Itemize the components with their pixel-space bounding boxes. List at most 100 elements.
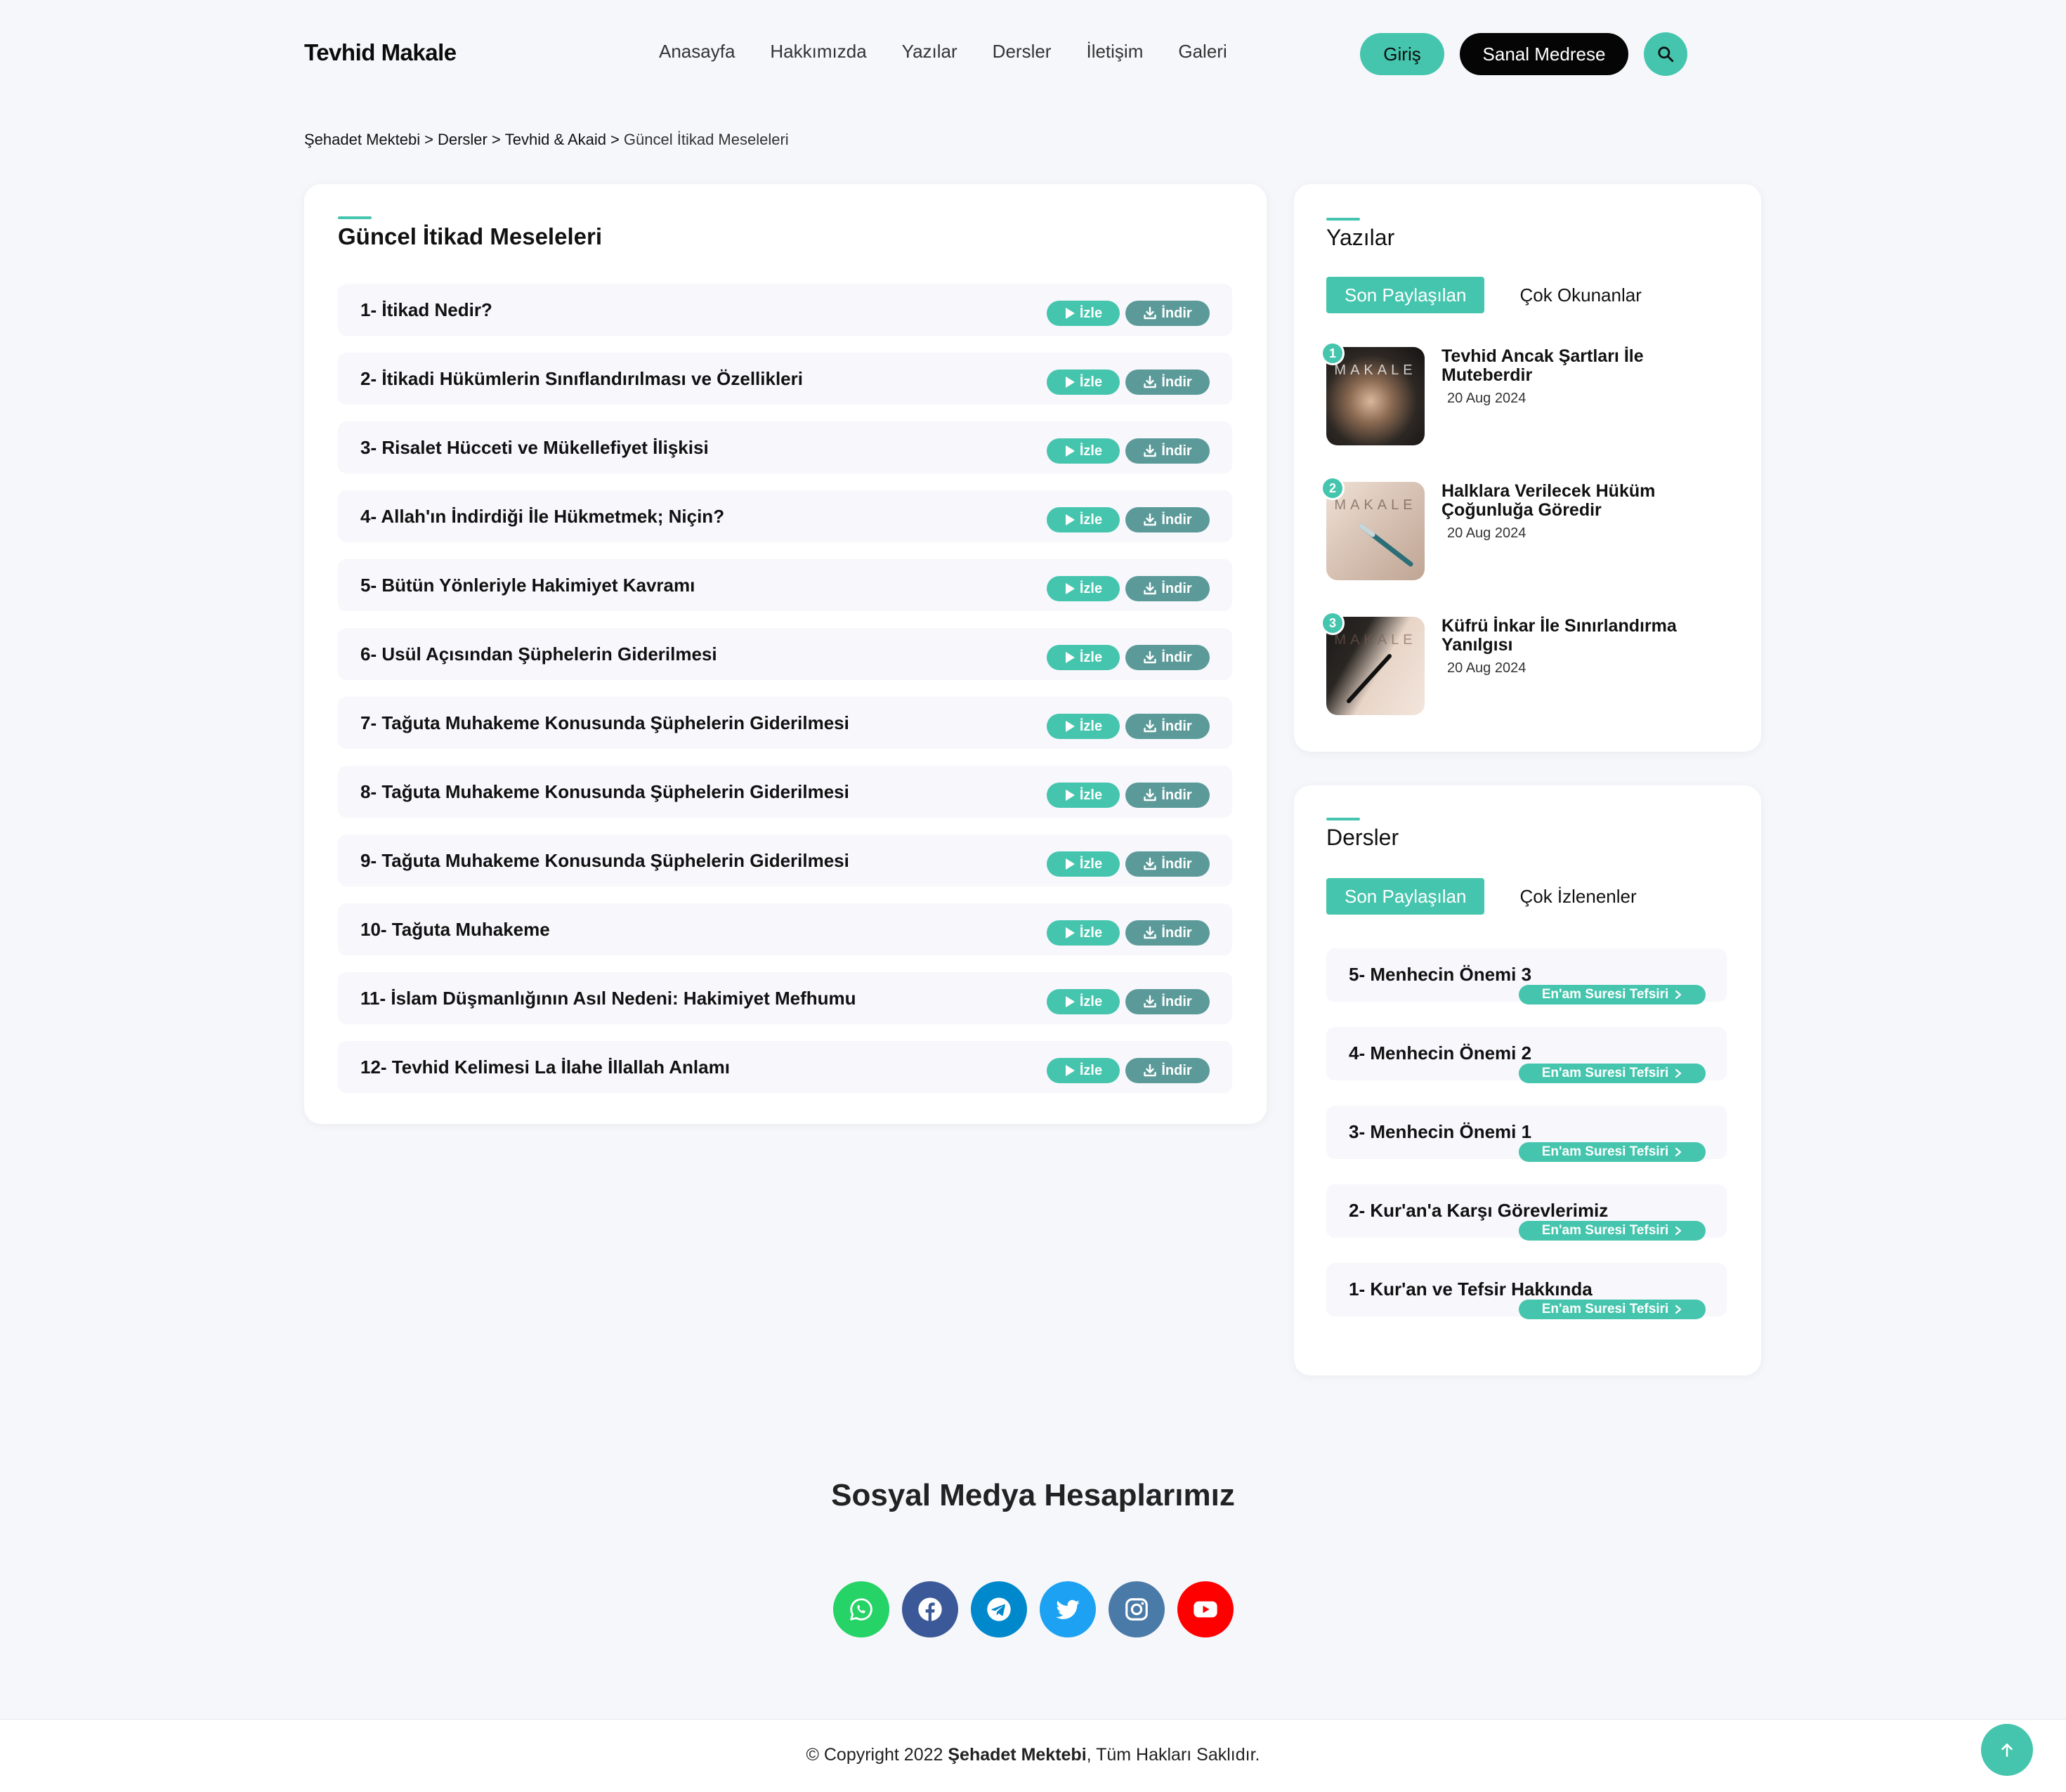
watch-button[interactable]: İzle	[1047, 438, 1120, 464]
download-label: İndir	[1161, 374, 1192, 390]
download-button[interactable]: İndir	[1125, 783, 1210, 808]
ders-title[interactable]: 4- Menhecin Önemi 2	[1349, 1042, 1531, 1064]
lesson-title[interactable]: 11- İslam Düşmanlığının Asıl Nedeni: Hak…	[360, 988, 856, 1009]
download-button[interactable]: İndir	[1125, 851, 1210, 877]
title-accent-line	[338, 216, 372, 219]
login-button[interactable]: Giriş	[1360, 33, 1444, 75]
telegram-button[interactable]	[971, 1581, 1027, 1637]
nav-item-yazilar[interactable]: Yazılar	[902, 41, 957, 63]
download-label: İndir	[1161, 305, 1192, 321]
tab-cok-izlenenler[interactable]: Çok İzlenenler	[1519, 886, 1636, 908]
download-button[interactable]: İndir	[1125, 438, 1210, 464]
whatsapp-button[interactable]	[833, 1581, 889, 1637]
download-button[interactable]: İndir	[1125, 576, 1210, 601]
ders-category-tag[interactable]: En'am Suresi Tefsiri	[1519, 1064, 1706, 1083]
watch-button[interactable]: İzle	[1047, 851, 1120, 877]
lesson-row: 1- İtikad Nedir? İzle İndir	[338, 284, 1232, 336]
lesson-title[interactable]: 1- İtikad Nedir?	[360, 299, 492, 321]
twitter-button[interactable]	[1040, 1581, 1096, 1637]
ders-category-tag[interactable]: En'am Suresi Tefsiri	[1519, 985, 1706, 1005]
tab-son-paylasilan[interactable]: Son Paylaşılan	[1326, 277, 1485, 313]
lesson-row: 6- Usül Açısından Şüphelerin Giderilmesi…	[338, 628, 1232, 680]
watch-button[interactable]: İzle	[1047, 920, 1120, 946]
ders-item: 1- Kur'an ve Tefsir Hakkında En'am Suresi…	[1326, 1263, 1727, 1319]
facebook-button[interactable]	[902, 1581, 958, 1637]
post-title[interactable]: Tevhid Ancak Şartları İle Muteberdir	[1441, 347, 1730, 385]
lesson-title[interactable]: 7- Tağuta Muhakeme Konusunda Şüphelerin …	[360, 712, 849, 734]
watch-button[interactable]: İzle	[1047, 507, 1120, 532]
post-item[interactable]: MAKALE 3 Küfrü İnkar İle Sınırlandırma Y…	[1321, 611, 1734, 715]
download-button[interactable]: İndir	[1125, 645, 1210, 670]
download-button[interactable]: İndir	[1125, 989, 1210, 1014]
ders-title[interactable]: 1- Kur'an ve Tefsir Hakkında	[1349, 1278, 1593, 1300]
post-item[interactable]: MAKALE 1 Tevhid Ancak Şartları İle Muteb…	[1321, 341, 1734, 445]
chevron-right-icon	[1675, 1068, 1682, 1078]
ders-title[interactable]: 3- Menhecin Önemi 1	[1349, 1121, 1531, 1143]
thumbnail-brand-text: MAKALE	[1334, 497, 1417, 513]
lesson-title[interactable]: 8- Tağuta Muhakeme Konusunda Şüphelerin …	[360, 781, 849, 803]
post-title[interactable]: Küfrü İnkar İle Sınırlandırma Yanılgısı	[1441, 617, 1730, 655]
nav-item-galeri[interactable]: Galeri	[1178, 41, 1227, 63]
thumbnail-brand-text: MAKALE	[1334, 362, 1417, 378]
sanal-medrese-button[interactable]: Sanal Medrese	[1460, 33, 1628, 75]
ders-category-tag[interactable]: En'am Suresi Tefsiri	[1519, 1221, 1706, 1241]
lesson-list: 1- İtikad Nedir? İzle İndir 2- İtikadi Hükü…	[338, 284, 1232, 1110]
ders-category-tag[interactable]: En'am Suresi Tefsiri	[1519, 1142, 1706, 1162]
post-item[interactable]: MAKALE 2 Halklara Verilecek Hüküm Çoğunl…	[1321, 476, 1734, 580]
social-icons	[833, 1581, 1234, 1637]
download-icon	[1144, 375, 1157, 388]
watch-button[interactable]: İzle	[1047, 1058, 1120, 1083]
footer: © Copyright 2022 Şehadet Mektebi, Tüm Ha…	[0, 1719, 2066, 1792]
ders-category-label: En'am Suresi Tefsiri	[1541, 1144, 1669, 1159]
post-date: 20 Aug 2024	[1447, 391, 1526, 406]
watch-button[interactable]: İzle	[1047, 783, 1120, 808]
lesson-title[interactable]: 9- Tağuta Muhakeme Konusunda Şüphelerin …	[360, 850, 849, 872]
lesson-title[interactable]: 4- Allah'ın İndirdiği İle Hükmetmek; Niç…	[360, 506, 724, 528]
lesson-actions: İzle İndir	[1047, 369, 1210, 395]
youtube-button[interactable]	[1177, 1581, 1234, 1637]
download-button[interactable]: İndir	[1125, 920, 1210, 946]
yazilar-tabs: Son Paylaşılan Çok Okunanlar	[1326, 277, 1642, 313]
ders-category-tag[interactable]: En'am Suresi Tefsiri	[1519, 1300, 1706, 1319]
site-logo[interactable]: Tevhid Makale	[304, 39, 457, 66]
watch-label: İzle	[1079, 511, 1103, 528]
pen-illustration	[1359, 523, 1413, 567]
lesson-actions: İzle İndir	[1047, 714, 1210, 739]
ders-item: 3- Menhecin Önemi 1 En'am Suresi Tefsiri	[1326, 1106, 1727, 1162]
watch-button[interactable]: İzle	[1047, 714, 1120, 739]
instagram-button[interactable]	[1109, 1581, 1165, 1637]
watch-button[interactable]: İzle	[1047, 989, 1120, 1014]
download-button[interactable]: İndir	[1125, 1058, 1210, 1083]
ders-title[interactable]: 2- Kur'an'a Karşı Görevlerimiz	[1349, 1200, 1608, 1222]
lesson-title[interactable]: 5- Bütün Yönleriyle Hakimiyet Kavramı	[360, 575, 695, 596]
nav-item-dersler[interactable]: Dersler	[993, 41, 1052, 63]
breadcrumb-item-sehadet[interactable]: Şehadet Mektebi	[304, 131, 420, 148]
watch-button[interactable]: İzle	[1047, 301, 1120, 326]
download-button[interactable]: İndir	[1125, 301, 1210, 326]
post-title[interactable]: Halklara Verilecek Hüküm Çoğunluğa Göred…	[1441, 482, 1730, 520]
tab-cok-okunanlar[interactable]: Çok Okunanlar	[1519, 285, 1641, 306]
watch-button[interactable]: İzle	[1047, 369, 1120, 395]
lesson-title[interactable]: 6- Usül Açısından Şüphelerin Giderilmesi	[360, 643, 717, 665]
nav-item-iletisim[interactable]: İletişim	[1086, 41, 1143, 63]
nav-item-anasayfa[interactable]: Anasayfa	[659, 41, 735, 63]
lesson-title[interactable]: 10- Tağuta Muhakeme	[360, 919, 550, 941]
lesson-title[interactable]: 12- Tevhid Kelimesi La İlahe İllallah An…	[360, 1057, 730, 1078]
download-button[interactable]: İndir	[1125, 714, 1210, 739]
download-button[interactable]: İndir	[1125, 507, 1210, 532]
breadcrumb-item-tevhid-akaid[interactable]: Tevhid & Akaid	[505, 131, 606, 148]
lesson-title[interactable]: 2- İtikadi Hükümlerin Sınıflandırılması …	[360, 368, 803, 390]
tab-son-paylasilan[interactable]: Son Paylaşılan	[1326, 878, 1485, 915]
ders-title[interactable]: 5- Menhecin Önemi 3	[1349, 964, 1531, 986]
whatsapp-icon	[850, 1598, 872, 1621]
scroll-to-top-button[interactable]	[1981, 1724, 2033, 1776]
download-button[interactable]: İndir	[1125, 369, 1210, 395]
watch-button[interactable]: İzle	[1047, 645, 1120, 670]
copyright-brand[interactable]: Şehadet Mektebi	[948, 1745, 1086, 1765]
nav-item-hakkimizda[interactable]: Hakkımızda	[770, 41, 866, 63]
watch-button[interactable]: İzle	[1047, 576, 1120, 601]
search-button[interactable]	[1644, 32, 1687, 76]
breadcrumb-item-dersler[interactable]: Dersler	[438, 131, 488, 148]
lesson-row: 5- Bütün Yönleriyle Hakimiyet Kavramı İzl…	[338, 559, 1232, 611]
lesson-title[interactable]: 3- Risalet Hücceti ve Mükellefiyet İlişk…	[360, 437, 709, 459]
